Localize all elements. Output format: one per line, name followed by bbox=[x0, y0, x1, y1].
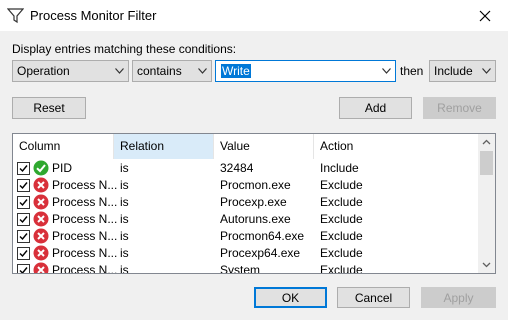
x-circle-icon bbox=[33, 245, 49, 261]
header-relation[interactable]: Relation bbox=[114, 134, 214, 159]
ok-button[interactable]: OK bbox=[254, 287, 327, 308]
cell-column: Process N... bbox=[52, 229, 118, 243]
conditions-label: Display entries matching these condition… bbox=[12, 42, 237, 56]
row-checkbox[interactable] bbox=[17, 213, 30, 226]
cell-relation: is bbox=[120, 263, 129, 274]
cell-column: Process N... bbox=[52, 195, 118, 209]
row-checkbox[interactable] bbox=[17, 179, 30, 192]
remove-button[interactable]: Remove bbox=[423, 97, 496, 119]
chevron-down-icon[interactable] bbox=[382, 68, 391, 74]
row-checkbox[interactable] bbox=[17, 247, 30, 260]
then-label: then bbox=[400, 64, 424, 78]
cell-action: Exclude bbox=[320, 195, 363, 209]
table-row[interactable]: Process N... is Procmon.exe Exclude bbox=[13, 177, 479, 194]
chevron-down-icon bbox=[482, 68, 491, 74]
relation-select-value: contains bbox=[137, 64, 182, 78]
header-column[interactable]: Column bbox=[13, 134, 114, 159]
cell-column: Process N... bbox=[52, 212, 118, 226]
add-button[interactable]: Add bbox=[339, 97, 412, 119]
cell-action: Exclude bbox=[320, 229, 363, 243]
cell-relation: is bbox=[120, 212, 129, 226]
vertical-scrollbar[interactable] bbox=[478, 134, 495, 273]
cell-value: Autoruns.exe bbox=[220, 212, 291, 226]
checkmark-icon bbox=[19, 250, 28, 258]
cell-action: Include bbox=[320, 161, 359, 175]
cell-column: Process N... bbox=[52, 178, 118, 192]
table-row[interactable]: PID is 32484 Include bbox=[13, 160, 479, 177]
table-row[interactable]: Process N... is Procexp.exe Exclude bbox=[13, 194, 479, 211]
cell-value: 32484 bbox=[220, 161, 254, 175]
row-checkbox[interactable] bbox=[17, 230, 30, 243]
cell-relation: is bbox=[120, 161, 129, 175]
checkmark-icon bbox=[19, 216, 28, 224]
cell-value: Procexp64.exe bbox=[220, 246, 301, 260]
table-row[interactable]: Process N... is Autoruns.exe Exclude bbox=[13, 211, 479, 228]
checkmark-icon bbox=[19, 165, 28, 173]
close-button[interactable] bbox=[462, 0, 508, 31]
row-checkbox[interactable] bbox=[17, 196, 30, 209]
cell-value: Procmon64.exe bbox=[220, 229, 305, 243]
cell-action: Exclude bbox=[320, 178, 363, 192]
cell-relation: is bbox=[120, 195, 129, 209]
cell-value: Procexp.exe bbox=[220, 195, 287, 209]
action-select-value: Include bbox=[434, 64, 473, 78]
cell-action: Exclude bbox=[320, 246, 363, 260]
cell-column: Process N... bbox=[52, 263, 118, 274]
reset-button[interactable]: Reset bbox=[12, 97, 86, 119]
apply-button[interactable]: Apply bbox=[421, 287, 496, 308]
list-header: Column Relation Value Action bbox=[13, 134, 479, 159]
cell-column: PID bbox=[52, 161, 73, 175]
x-circle-icon bbox=[33, 228, 49, 244]
cancel-button[interactable]: Cancel bbox=[337, 287, 410, 308]
table-row[interactable]: Process N... is Procmon64.exe Exclude bbox=[13, 228, 479, 245]
value-combobox[interactable]: Write bbox=[215, 60, 396, 82]
checkmark-icon bbox=[19, 199, 28, 207]
check-circle-icon bbox=[33, 160, 49, 176]
chevron-down-icon bbox=[198, 68, 207, 74]
close-icon bbox=[479, 10, 491, 21]
row-checkbox[interactable] bbox=[17, 162, 30, 175]
scroll-down-icon[interactable] bbox=[478, 256, 495, 273]
table-row[interactable]: Process N... is System Exclude bbox=[13, 262, 479, 274]
x-circle-icon bbox=[33, 262, 49, 273]
table-row[interactable]: Process N... is Procexp64.exe Exclude bbox=[13, 245, 479, 262]
window-title: Process Monitor Filter bbox=[30, 8, 157, 23]
cell-value: Procmon.exe bbox=[220, 178, 291, 192]
cell-action: Exclude bbox=[320, 263, 363, 274]
cell-action: Exclude bbox=[320, 212, 363, 226]
header-value[interactable]: Value bbox=[214, 134, 314, 159]
chevron-down-icon bbox=[115, 68, 124, 74]
scrollbar-thumb[interactable] bbox=[480, 151, 493, 175]
scroll-up-icon[interactable] bbox=[478, 134, 495, 151]
cell-value: System bbox=[220, 263, 261, 274]
cell-relation: is bbox=[120, 246, 129, 260]
checkmark-icon bbox=[19, 267, 28, 273]
cell-column: Process N... bbox=[52, 246, 118, 260]
column-select[interactable]: Operation bbox=[12, 60, 129, 82]
x-circle-icon bbox=[33, 177, 49, 193]
cell-relation: is bbox=[120, 178, 129, 192]
value-input-text: Write bbox=[221, 64, 251, 78]
row-checkbox[interactable] bbox=[17, 264, 30, 273]
cell-relation: is bbox=[120, 229, 129, 243]
filter-icon bbox=[7, 8, 24, 24]
title-bar: Process Monitor Filter bbox=[0, 0, 508, 31]
relation-select[interactable]: contains bbox=[132, 60, 212, 82]
checkmark-icon bbox=[19, 233, 28, 241]
filter-list[interactable]: Column Relation Value Action PID is 32484 I… bbox=[12, 133, 496, 274]
column-select-value: Operation bbox=[17, 64, 70, 78]
x-circle-icon bbox=[33, 211, 49, 227]
checkmark-icon bbox=[19, 182, 28, 190]
action-select[interactable]: Include bbox=[429, 60, 496, 82]
x-circle-icon bbox=[33, 194, 49, 210]
header-action[interactable]: Action bbox=[314, 134, 479, 159]
